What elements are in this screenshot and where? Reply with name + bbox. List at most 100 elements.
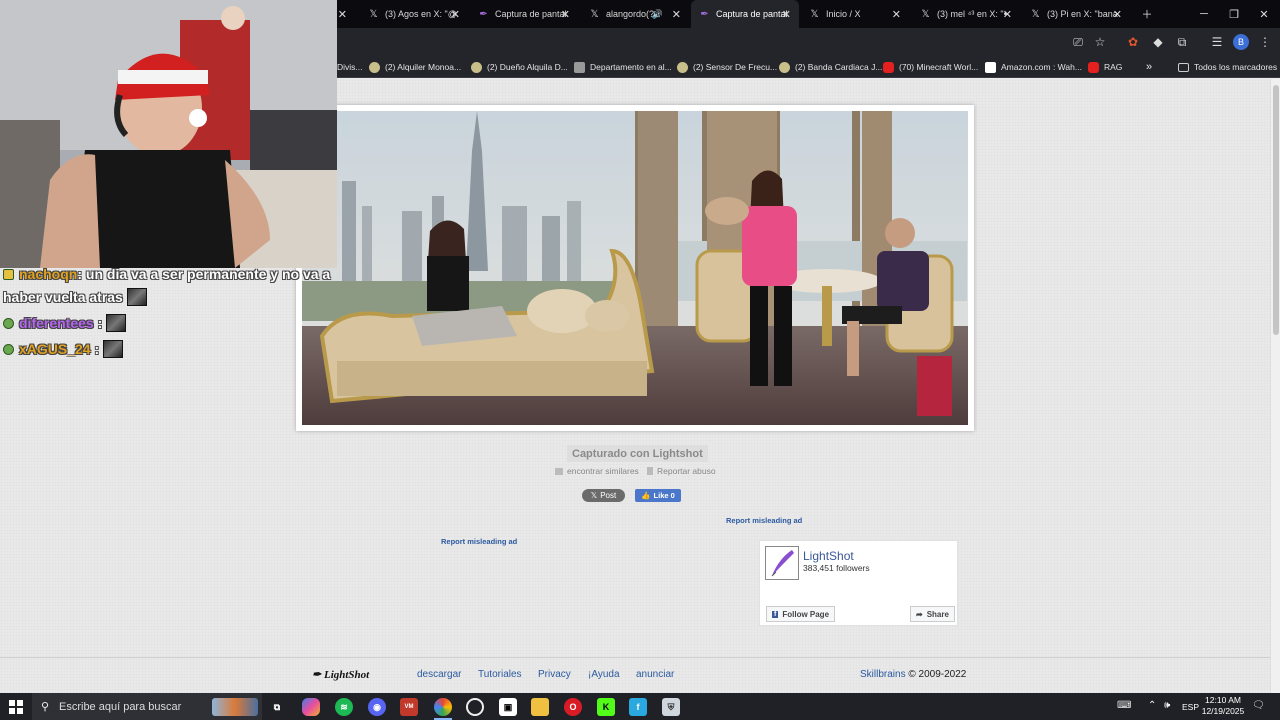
obs-icon[interactable] <box>466 698 484 716</box>
language-indicator[interactable]: ESP <box>1182 702 1199 712</box>
x-icon: 𝕏 <box>590 8 599 20</box>
bookmark-icon <box>471 61 482 73</box>
facebook-like-button[interactable]: 👍 Like 0 <box>635 489 681 502</box>
spotify-icon[interactable]: ≋ <box>335 698 353 716</box>
notification-icon[interactable]: 🗨 <box>1252 700 1265 711</box>
kick-icon[interactable]: K <box>597 698 615 716</box>
browser-tab-active[interactable]: ✒ Captura de pantal ✕ <box>691 0 799 28</box>
lightshot-logo[interactable] <box>765 546 799 580</box>
start-button[interactable] <box>0 693 32 720</box>
minimize-button[interactable]: ─ <box>1188 0 1220 28</box>
new-tab-button[interactable]: ＋ <box>1131 0 1163 28</box>
browser-tab[interactable]: 𝕏 (3) mel ⁴³ en X: "• ✕ <box>912 0 1020 28</box>
footer-link-advertise[interactable]: anunciar <box>636 669 674 680</box>
fb-page-name[interactable]: LightShot <box>803 549 854 563</box>
like-label: Like 0 <box>653 491 675 500</box>
captured-with-lightshot-label: Capturado con Lightshot <box>567 445 708 462</box>
bookmark-item[interactable]: (2) Alquiler Monoa... <box>369 58 461 76</box>
bookmark-item[interactable]: Amazon.com : Wah... <box>985 58 1082 76</box>
browser-tab[interactable]: ✕ <box>337 0 355 28</box>
system-clock[interactable]: 12:10 AM 12/19/2025 <box>1200 695 1246 717</box>
report-misleading-ad-link[interactable]: Report misleading ad <box>726 516 802 525</box>
close-icon[interactable]: ✕ <box>338 8 347 21</box>
search-highlight-icon[interactable] <box>212 698 258 716</box>
speaker-icon[interactable]: 🕪 <box>1164 700 1170 711</box>
close-icon[interactable]: ✕ <box>1003 8 1012 21</box>
discord-icon[interactable]: ◉ <box>368 698 386 716</box>
install-app-icon[interactable]: ⎚ <box>1070 34 1086 50</box>
bookmark-item[interactable]: (2) Sensor De Frecu... <box>677 58 777 76</box>
profile-avatar-icon[interactable]: B <box>1233 34 1249 50</box>
file-explorer-icon[interactable] <box>531 698 549 716</box>
extension-icon[interactable]: ◆ <box>1150 34 1166 50</box>
chat-username: diferentees <box>19 315 94 331</box>
bookmark-item[interactable]: (2) Dueño Alquila D... <box>471 58 568 76</box>
reading-list-icon[interactable]: ☰ <box>1209 34 1225 50</box>
bookmark-item[interactable]: (70) Minecraft Worl... <box>883 58 978 76</box>
bookmark-label: Divis... <box>337 62 363 72</box>
bookmark-label: RAG <box>1104 62 1123 72</box>
task-view-icon[interactable]: ⧉ <box>268 698 286 716</box>
close-window-button[interactable]: ✕ <box>1248 0 1280 28</box>
footer-link-download[interactable]: descargar <box>417 669 461 680</box>
skillbrains-link[interactable]: Skillbrains <box>860 669 906 680</box>
report-abuse-link[interactable]: Reportar abuso <box>647 466 716 476</box>
kebab-menu-icon[interactable]: ⋮ <box>1257 34 1273 50</box>
bookmark-item[interactable]: Departamento en al... <box>574 58 672 76</box>
copilot-icon[interactable] <box>302 698 320 716</box>
puzzle-icon[interactable]: ⧉ <box>1174 34 1190 50</box>
copyright: Skillbrains © 2009-2022 <box>860 669 966 680</box>
more-bookmarks-button[interactable]: » <box>1146 58 1152 76</box>
share-button[interactable]: ➦ Share <box>910 606 955 622</box>
shield-icon[interactable]: ⛨ <box>662 698 680 716</box>
footer-logo[interactable]: ✒ LightShot <box>312 668 369 681</box>
close-icon[interactable]: ✕ <box>672 8 681 21</box>
x-icon: 𝕏 <box>1031 8 1040 20</box>
bookmark-item[interactable]: Divis... <box>337 58 363 76</box>
follow-page-button[interactable]: f Follow Page <box>766 606 836 622</box>
app-icon[interactable]: f <box>629 698 647 716</box>
browser-tab[interactable]: ✒ Captura de pantal ✕ <box>470 0 578 28</box>
x-icon: 𝕏 <box>590 491 598 500</box>
speaker-icon[interactable]: 🔊 <box>652 9 663 20</box>
capcut-icon[interactable]: ▣ <box>499 698 517 716</box>
bookmark-item[interactable]: RAG <box>1088 58 1122 76</box>
chrome-icon[interactable] <box>434 698 452 716</box>
x-post-button[interactable]: 𝕏 Post <box>582 489 625 502</box>
close-icon[interactable]: ✕ <box>451 8 460 21</box>
footer-link-privacy[interactable]: Privacy <box>538 669 571 680</box>
footer-link-help[interactable]: ¡Ayuda <box>588 669 620 680</box>
opera-icon[interactable]: O <box>564 698 582 716</box>
scrollbar-thumb[interactable] <box>1273 85 1279 335</box>
browser-tab[interactable]: 𝕏 Inicio / X ✕ <box>801 0 909 28</box>
voicemeeter-icon[interactable]: VM <box>400 698 418 716</box>
bookmark-label: (2) Dueño Alquila D... <box>487 62 568 72</box>
tab-label: Captura de pantal <box>495 9 567 19</box>
bookmark-label: (70) Minecraft Worl... <box>899 62 979 72</box>
chat-text: : <box>90 341 100 357</box>
chevron-up-icon[interactable]: ⌃ <box>1148 700 1156 711</box>
browser-tab[interactable]: 𝕏alangordo(? • 🔊 ✕ <box>581 0 689 28</box>
restore-button[interactable]: ❐ <box>1218 0 1250 28</box>
find-similar-link[interactable]: encontrar similares <box>555 466 639 476</box>
bookmark-item[interactable]: (2) Banda Cardiaca J... <box>779 58 882 76</box>
close-icon[interactable]: ✕ <box>1113 8 1122 21</box>
close-icon[interactable]: ✕ <box>892 8 901 21</box>
browser-tab[interactable]: 𝕏 (3) Agos en X: "@ ✕ <box>360 0 468 28</box>
all-bookmarks-button[interactable]: Todos los marcadores <box>1178 58 1277 76</box>
footer-link-tutorials[interactable]: Tutoriales <box>478 669 522 680</box>
keyboard-icon[interactable]: ⌨ <box>1117 700 1131 711</box>
clock-date: 12/19/2025 <box>1201 706 1245 716</box>
x-icon: 𝕏 <box>810 8 819 20</box>
close-icon[interactable]: ✕ <box>561 8 570 21</box>
extension-icon[interactable]: ✿ <box>1125 34 1141 50</box>
close-icon[interactable]: ✕ <box>782 8 791 21</box>
badge-icon <box>3 344 14 355</box>
screenshot-image[interactable] <box>302 111 968 425</box>
emote-icon <box>106 314 127 332</box>
browser-tab[interactable]: 𝕏 (3) Pi en X: "bana ✕ <box>1022 0 1130 28</box>
star-icon[interactable]: ☆ <box>1092 34 1108 50</box>
report-misleading-ad-link[interactable]: Report misleading ad <box>441 537 517 546</box>
screenshot-frame <box>296 105 974 431</box>
scrollbar[interactable] <box>1270 79 1280 693</box>
